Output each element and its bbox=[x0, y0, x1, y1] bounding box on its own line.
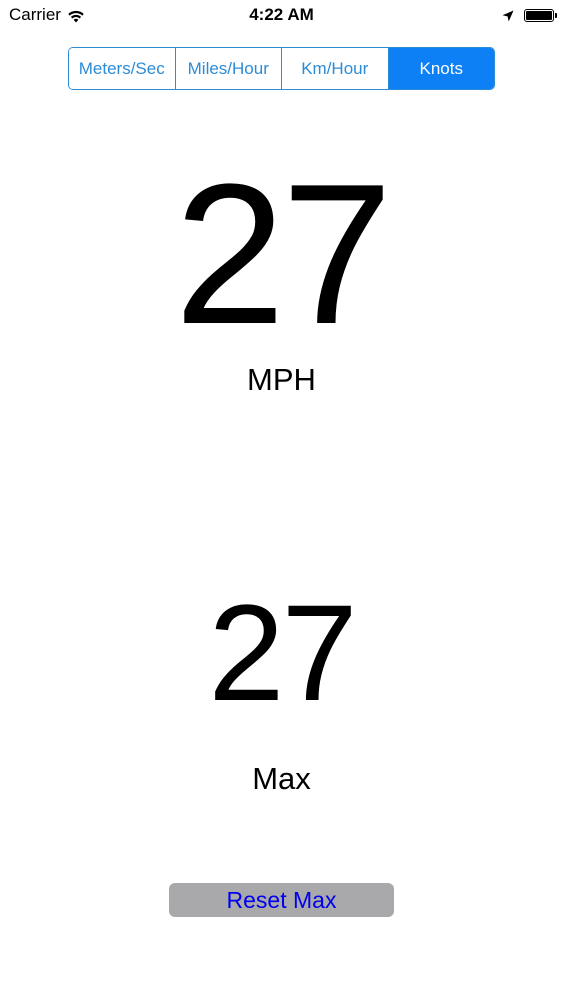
status-bar: Carrier 4:22 AM bbox=[0, 0, 563, 30]
segment-miles-per-hour[interactable]: Miles/Hour bbox=[175, 48, 282, 89]
status-time: 4:22 AM bbox=[249, 5, 314, 24]
current-speed-value: 27 bbox=[174, 143, 392, 366]
battery-fill bbox=[526, 10, 552, 20]
max-label: Max bbox=[252, 761, 311, 796]
max-speed-value: 27 bbox=[208, 577, 357, 730]
unit-segmented-control[interactable]: Meters/Sec Miles/Hour Km/Hour Knots bbox=[68, 47, 495, 90]
status-right-group bbox=[502, 5, 557, 25]
battery-icon bbox=[524, 8, 557, 22]
speed-unit-label: MPH bbox=[247, 362, 316, 397]
segment-knots[interactable]: Knots bbox=[388, 48, 494, 89]
location-arrow-icon bbox=[502, 9, 514, 22]
segment-km-per-hour[interactable]: Km/Hour bbox=[282, 48, 389, 89]
segment-meters-per-sec[interactable]: Meters/Sec bbox=[69, 48, 176, 89]
reset-max-button[interactable]: Reset Max bbox=[169, 883, 394, 917]
battery-nub bbox=[555, 12, 557, 18]
